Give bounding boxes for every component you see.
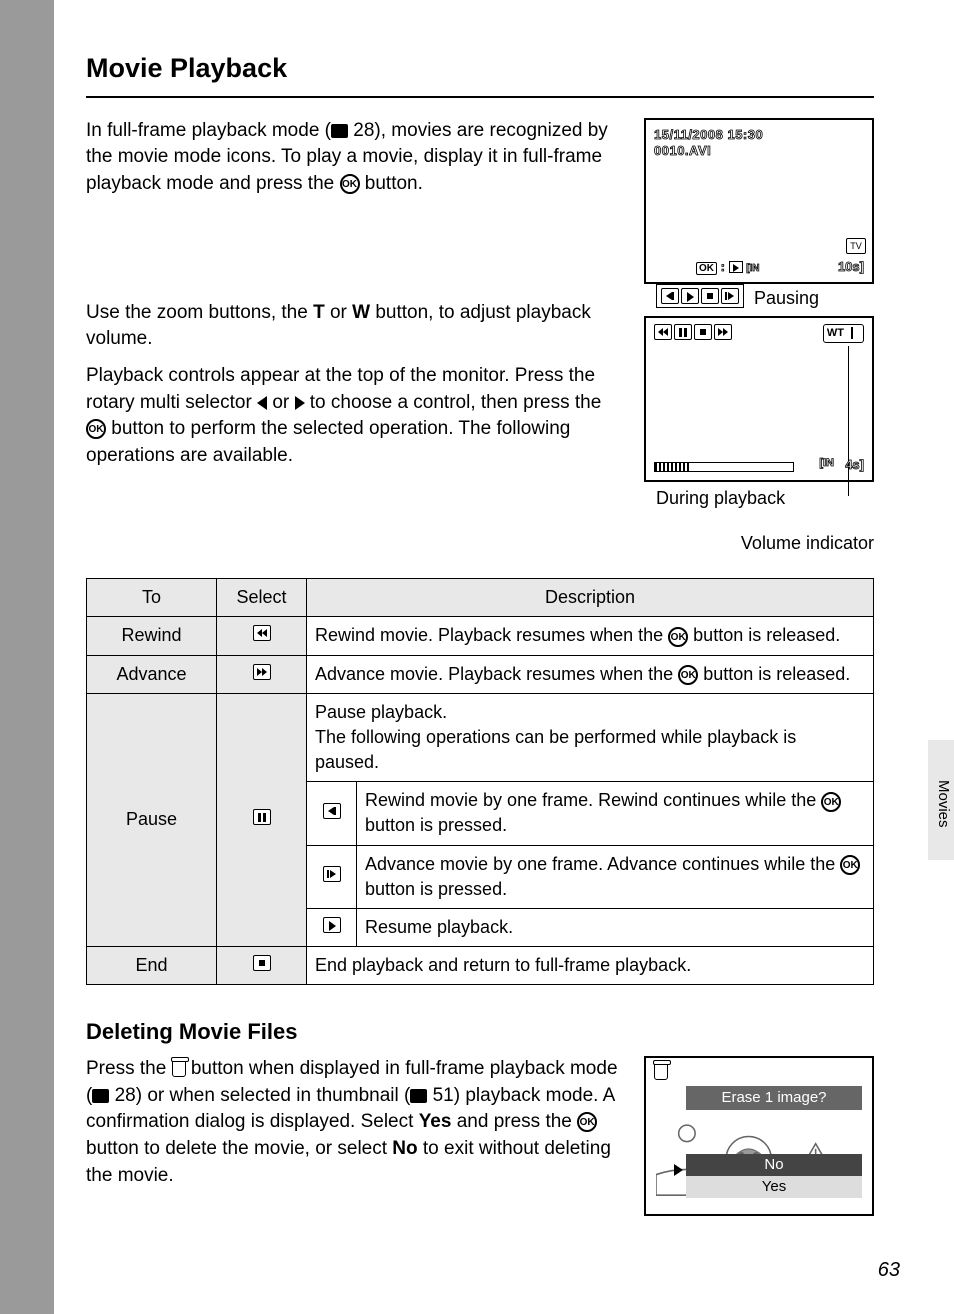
ok-button-icon: OK: [840, 855, 860, 875]
stop-icon: [701, 288, 719, 304]
dialog-no-option[interactable]: No: [686, 1154, 862, 1176]
screen-ok-hint: OK : [IN: [696, 258, 760, 276]
trash-icon: [172, 1061, 186, 1077]
intro-paragraph-2: Use the zoom buttons, the T or W button,…: [86, 300, 624, 353]
delete-paragraph: Press the button when displayed in full-…: [86, 1056, 624, 1189]
in-label: [IN: [819, 456, 834, 471]
ok-button-icon: OK: [577, 1112, 597, 1132]
screen-filename: 0010.AVI: [654, 142, 711, 160]
rewind-icon: [654, 324, 672, 340]
during-playback-caption: During playback: [644, 486, 874, 511]
table-row: Pause Pause playback. The following oper…: [87, 693, 874, 782]
left-arrow-icon: [257, 396, 267, 410]
trash-icon: [654, 1064, 668, 1080]
playback-mode-icon: [410, 1089, 427, 1103]
page-title: Movie Playback: [86, 50, 874, 98]
intro-paragraph-1: In full-frame playback mode ( 28), movie…: [86, 118, 624, 198]
dialog-yes-option[interactable]: Yes: [686, 1176, 862, 1198]
operations-table: To Select Description Rewind Rewind movi…: [86, 578, 874, 985]
step-back-icon: [323, 803, 341, 819]
stop-icon: [694, 324, 712, 340]
tv-icon: TV: [846, 238, 866, 254]
subsection-title: Deleting Movie Files: [86, 1017, 874, 1048]
ok-button-icon: OK: [821, 792, 841, 812]
page-number: 63: [878, 1256, 900, 1284]
fast-forward-icon: [253, 664, 271, 680]
selection-arrow-icon: [674, 1164, 683, 1176]
screen-duration: 10s]: [838, 258, 864, 276]
zoom-wt-icon: WT: [823, 324, 864, 343]
ok-button-icon: OK: [340, 174, 360, 194]
volume-indicator-caption: Volume indicator: [644, 531, 874, 556]
fast-forward-icon: [714, 324, 732, 340]
table-header-to: To: [87, 579, 217, 617]
step-back-icon: [661, 288, 679, 304]
play-icon: [681, 288, 699, 304]
pause-icon: [253, 809, 271, 825]
pause-icon: [674, 324, 692, 340]
table-header-description: Description: [307, 579, 874, 617]
step-forward-icon: [323, 866, 341, 882]
dialog-title: Erase 1 image?: [686, 1086, 862, 1110]
intro-paragraph-3: Playback controls appear at the top of t…: [86, 363, 624, 469]
play-icon: [323, 917, 341, 933]
elapsed-time: 4s]: [845, 456, 864, 474]
screen-preview-1: 15/11/2008 15:30 0010.AVI TV OK : [IN 10…: [644, 118, 874, 284]
pausing-controls-callout: [656, 284, 744, 308]
screen-preview-2: WT [IN 4s]: [644, 316, 874, 482]
table-row: End End playback and return to full-fram…: [87, 947, 874, 985]
ok-button-icon: OK: [668, 627, 688, 647]
progress-bar: [654, 462, 794, 472]
step-forward-icon: [721, 288, 739, 304]
playback-mode-icon: [92, 1089, 109, 1103]
table-row: Rewind Rewind movie. Playback resumes wh…: [87, 617, 874, 655]
pausing-label: Pausing: [754, 286, 819, 311]
ok-button-icon: OK: [86, 419, 106, 439]
section-tab: Movies: [928, 740, 954, 860]
table-header-select: Select: [217, 579, 307, 617]
table-row: Advance Advance movie. Playback resumes …: [87, 655, 874, 693]
delete-confirmation-screen: Erase 1 image? No Yes: [644, 1056, 874, 1216]
right-arrow-icon: [295, 396, 305, 410]
ok-button-icon: OK: [678, 665, 698, 685]
stop-icon: [253, 955, 271, 971]
rewind-icon: [253, 625, 271, 641]
playback-mode-icon: [331, 124, 348, 138]
